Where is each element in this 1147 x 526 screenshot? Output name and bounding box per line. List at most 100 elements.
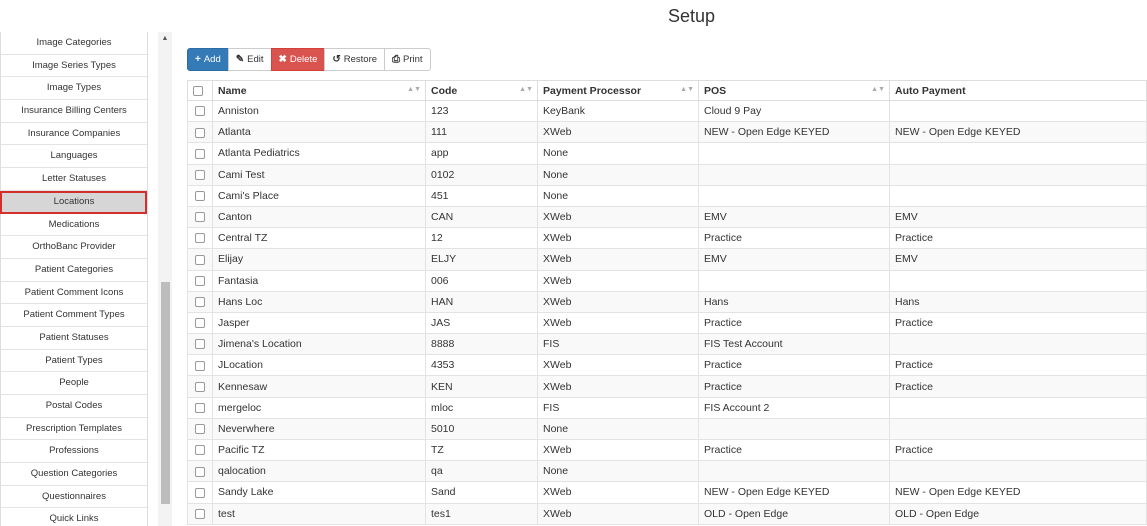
add-button[interactable]: + Add [187, 48, 229, 71]
table-row[interactable]: Hans Loc HAN XWeb Hans Hans [187, 290, 1147, 313]
table-cell [698, 142, 890, 165]
table-cell: EMV [698, 248, 890, 271]
table-row[interactable]: Jimena's Location 8888 FIS FIS Test Account [187, 333, 1147, 356]
table-cell: None [537, 163, 699, 186]
table-cell: FIS Account 2 [698, 396, 890, 419]
row-checkbox[interactable] [195, 212, 205, 223]
row-checkbox[interactable] [195, 191, 205, 202]
table-cell: Practice [889, 227, 1147, 250]
table-cell: JAS [425, 311, 538, 335]
table-row[interactable]: Kennesaw KEN XWeb Practice Practice [187, 375, 1147, 398]
sidebar-item-questionnaires[interactable]: Questionnaires [0, 485, 147, 509]
table-row[interactable]: Pacific TZ TZ XWeb Practice Practice [187, 438, 1147, 462]
sidebar-item-languages[interactable]: Languages [0, 145, 147, 169]
sidebar-item-insurance-companies[interactable]: Insurance Companies [0, 122, 147, 146]
column-header-auto-payment[interactable]: Auto Payment [889, 80, 1147, 101]
column-header-name[interactable]: Name ▲▼ [212, 80, 426, 101]
row-checkbox[interactable] [195, 466, 205, 477]
row-checkbox[interactable] [195, 127, 205, 138]
column-header-code[interactable]: Code ▲▼ [425, 80, 538, 101]
table-cell [889, 99, 1147, 123]
table-cell: 123 [425, 99, 538, 123]
table-row[interactable]: test tes1 XWeb OLD - Open Edge OLD - Open Ed… [187, 502, 1147, 525]
table-cell: 0102 [425, 163, 538, 186]
sidebar-item-patient-comment-types[interactable]: Patient Comment Types [0, 304, 147, 327]
table-cell: 006 [425, 269, 538, 292]
row-checkbox[interactable] [195, 254, 205, 265]
sidebar-item-image-series-types[interactable]: Image Series Types [0, 54, 147, 78]
sidebar-item-professions[interactable]: Professions [0, 440, 147, 464]
sidebar-item-patient-statuses[interactable]: Patient Statuses [0, 326, 147, 350]
table-row[interactable]: Canton CAN XWeb EMV EMV [187, 205, 1147, 229]
sidebar-item-question-categories[interactable]: Question Categories [0, 463, 147, 486]
sidebar-item-locations[interactable]: Locations [0, 190, 147, 214]
sidebar-item-patient-categories[interactable]: Patient Categories [0, 258, 147, 282]
delete-button[interactable]: ✖ Delete [270, 48, 326, 71]
sidebar-item-medications[interactable]: Medications [0, 213, 147, 237]
column-header-payment-processor[interactable]: Payment Processor ▲▼ [537, 80, 699, 101]
row-checkbox[interactable] [195, 318, 205, 329]
edit-button[interactable]: ✎ Edit [227, 48, 272, 71]
sidebar-item-prescription-templates[interactable]: Prescription Templates [0, 417, 147, 441]
row-checkbox[interactable] [195, 297, 205, 307]
table-cell [889, 269, 1147, 292]
table-cell: FIS [537, 396, 699, 419]
row-checkbox[interactable] [195, 233, 205, 244]
row-checkbox[interactable] [195, 169, 205, 180]
sidebar-item-postal-codes[interactable]: Postal Codes [0, 395, 147, 418]
table-row[interactable]: Cami's Place 451 None [187, 184, 1147, 207]
row-checkbox[interactable] [195, 381, 205, 392]
sidebar-item-quick-links[interactable]: Quick Links [0, 508, 147, 526]
scroll-up-icon[interactable]: ▲ [158, 32, 172, 46]
restore-button[interactable]: ↺ Restore [324, 48, 386, 71]
table-cell: XWeb [537, 375, 699, 398]
sidebar-item-patient-types[interactable]: Patient Types [0, 349, 147, 373]
table-cell: Neverwhere [212, 417, 426, 441]
row-checkbox[interactable] [195, 445, 205, 456]
sidebar-scrollbar[interactable]: ▲ [158, 32, 172, 526]
table-row[interactable]: Central TZ 12 XWeb Practice Practice [187, 227, 1147, 250]
table-row[interactable]: Neverwhere 5010 None [187, 417, 1147, 441]
table-row[interactable]: Jasper JAS XWeb Practice Practice [187, 311, 1147, 335]
row-checkbox[interactable] [195, 508, 205, 519]
select-all-checkbox[interactable] [193, 85, 203, 96]
table-cell: qa [425, 460, 538, 483]
table-row[interactable]: Fantasia 006 XWeb [187, 269, 1147, 292]
table-cell: Canton [212, 205, 426, 229]
sort-icon: ▲▼ [407, 86, 421, 93]
sidebar-item-patient-comment-icons[interactable]: Patient Comment Icons [0, 281, 147, 305]
row-checkbox[interactable] [195, 148, 205, 159]
table-row[interactable]: Cami Test 0102 None [187, 163, 1147, 186]
table-row[interactable]: mergeloc mloc FIS FIS Account 2 [187, 396, 1147, 419]
table-row[interactable]: Atlanta Pediatrics app None [187, 142, 1147, 165]
row-checkbox[interactable] [195, 402, 205, 413]
table-cell: mergeloc [212, 396, 426, 419]
table-row[interactable]: qalocation qa None [187, 460, 1147, 483]
sidebar-item-image-types[interactable]: Image Types [0, 77, 147, 101]
table-cell: Practice [698, 354, 890, 377]
row-checkbox[interactable] [195, 360, 205, 371]
row-checkbox[interactable] [195, 424, 205, 435]
sidebar-item-image-categories[interactable]: Image Categories [0, 32, 147, 55]
print-button[interactable]: ⎙ Print [384, 48, 431, 71]
table-row[interactable]: Elijay ELJY XWeb EMV EMV [187, 248, 1147, 271]
sidebar-item-insurance-billing-centers[interactable]: Insurance Billing Centers [0, 100, 147, 123]
row-checkbox[interactable] [195, 339, 205, 350]
scroll-thumb[interactable] [161, 282, 170, 504]
column-header-pos[interactable]: POS ▲▼ [698, 80, 890, 101]
row-checkbox[interactable] [195, 106, 205, 117]
table-cell: 4353 [425, 354, 538, 377]
sidebar-item-orthobanc-provider[interactable]: OrthoBanc Provider [0, 236, 147, 259]
sidebar-item-people[interactable]: People [0, 372, 147, 395]
add-label: Add [203, 54, 221, 65]
table-row[interactable]: Atlanta 111 XWeb NEW - Open Edge KEYED NEW -… [187, 121, 1147, 144]
table-row[interactable]: JLocation 4353 XWeb Practice Practice [187, 354, 1147, 377]
row-select-cell [187, 205, 213, 229]
table-row[interactable]: Sandy Lake Sand XWeb NEW - Open Edge KEYED N… [187, 481, 1147, 504]
row-checkbox[interactable] [195, 487, 205, 498]
table-row[interactable]: Anniston 123 KeyBank Cloud 9 Pay [187, 99, 1147, 123]
sort-icon: ▲▼ [519, 86, 533, 93]
sidebar-item-letter-statuses[interactable]: Letter Statuses [0, 168, 147, 191]
row-checkbox[interactable] [195, 275, 205, 286]
table-cell: 8888 [425, 333, 538, 356]
